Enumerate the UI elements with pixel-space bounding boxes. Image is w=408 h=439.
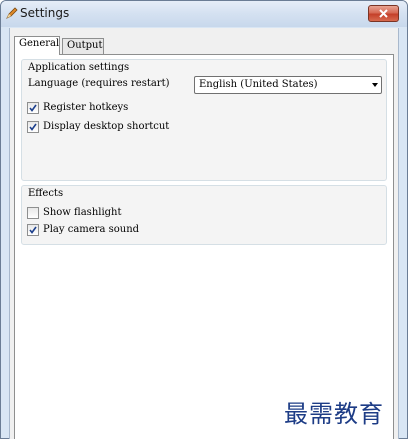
checkmark-icon	[29, 104, 37, 112]
show-flashlight-checkbox[interactable]	[27, 207, 39, 219]
tab-panel-general: Application settings Language (requires …	[14, 54, 394, 439]
application-settings-group: Application settings Language (requires …	[21, 59, 387, 181]
dialog-client-area: General Output Application settings Lang…	[9, 28, 399, 439]
settings-window: Settings General Output Application sett…	[0, 0, 408, 439]
watermark-text: 最需教育	[284, 400, 384, 428]
close-icon	[378, 9, 389, 22]
language-dropdown[interactable]: English (United States)	[194, 76, 382, 94]
close-button[interactable]	[368, 5, 399, 22]
pen-icon	[5, 6, 19, 20]
checkmark-icon	[29, 226, 37, 234]
play-camera-sound-label: Play camera sound	[43, 224, 140, 235]
language-label: Language (requires restart)	[28, 78, 170, 89]
chevron-down-icon	[372, 83, 378, 87]
tab-output[interactable]: Output	[62, 38, 104, 54]
register-hotkeys-checkbox[interactable]	[27, 102, 39, 114]
tab-general[interactable]: General	[14, 36, 60, 55]
language-dropdown-value: English (United States)	[199, 79, 318, 90]
group-title-effects: Effects	[28, 188, 64, 199]
title-bar[interactable]: Settings	[1, 1, 407, 27]
window-title: Settings	[20, 6, 70, 20]
effects-group: Effects Show flashlight Play camera soun…	[21, 185, 387, 245]
checkmark-icon	[29, 123, 37, 131]
group-title-application-settings: Application settings	[28, 62, 130, 73]
display-desktop-shortcut-checkbox[interactable]	[27, 121, 39, 133]
display-desktop-shortcut-label: Display desktop shortcut	[43, 121, 170, 132]
register-hotkeys-label: Register hotkeys	[43, 102, 129, 113]
play-camera-sound-checkbox[interactable]	[27, 224, 39, 236]
show-flashlight-label: Show flashlight	[43, 207, 122, 218]
